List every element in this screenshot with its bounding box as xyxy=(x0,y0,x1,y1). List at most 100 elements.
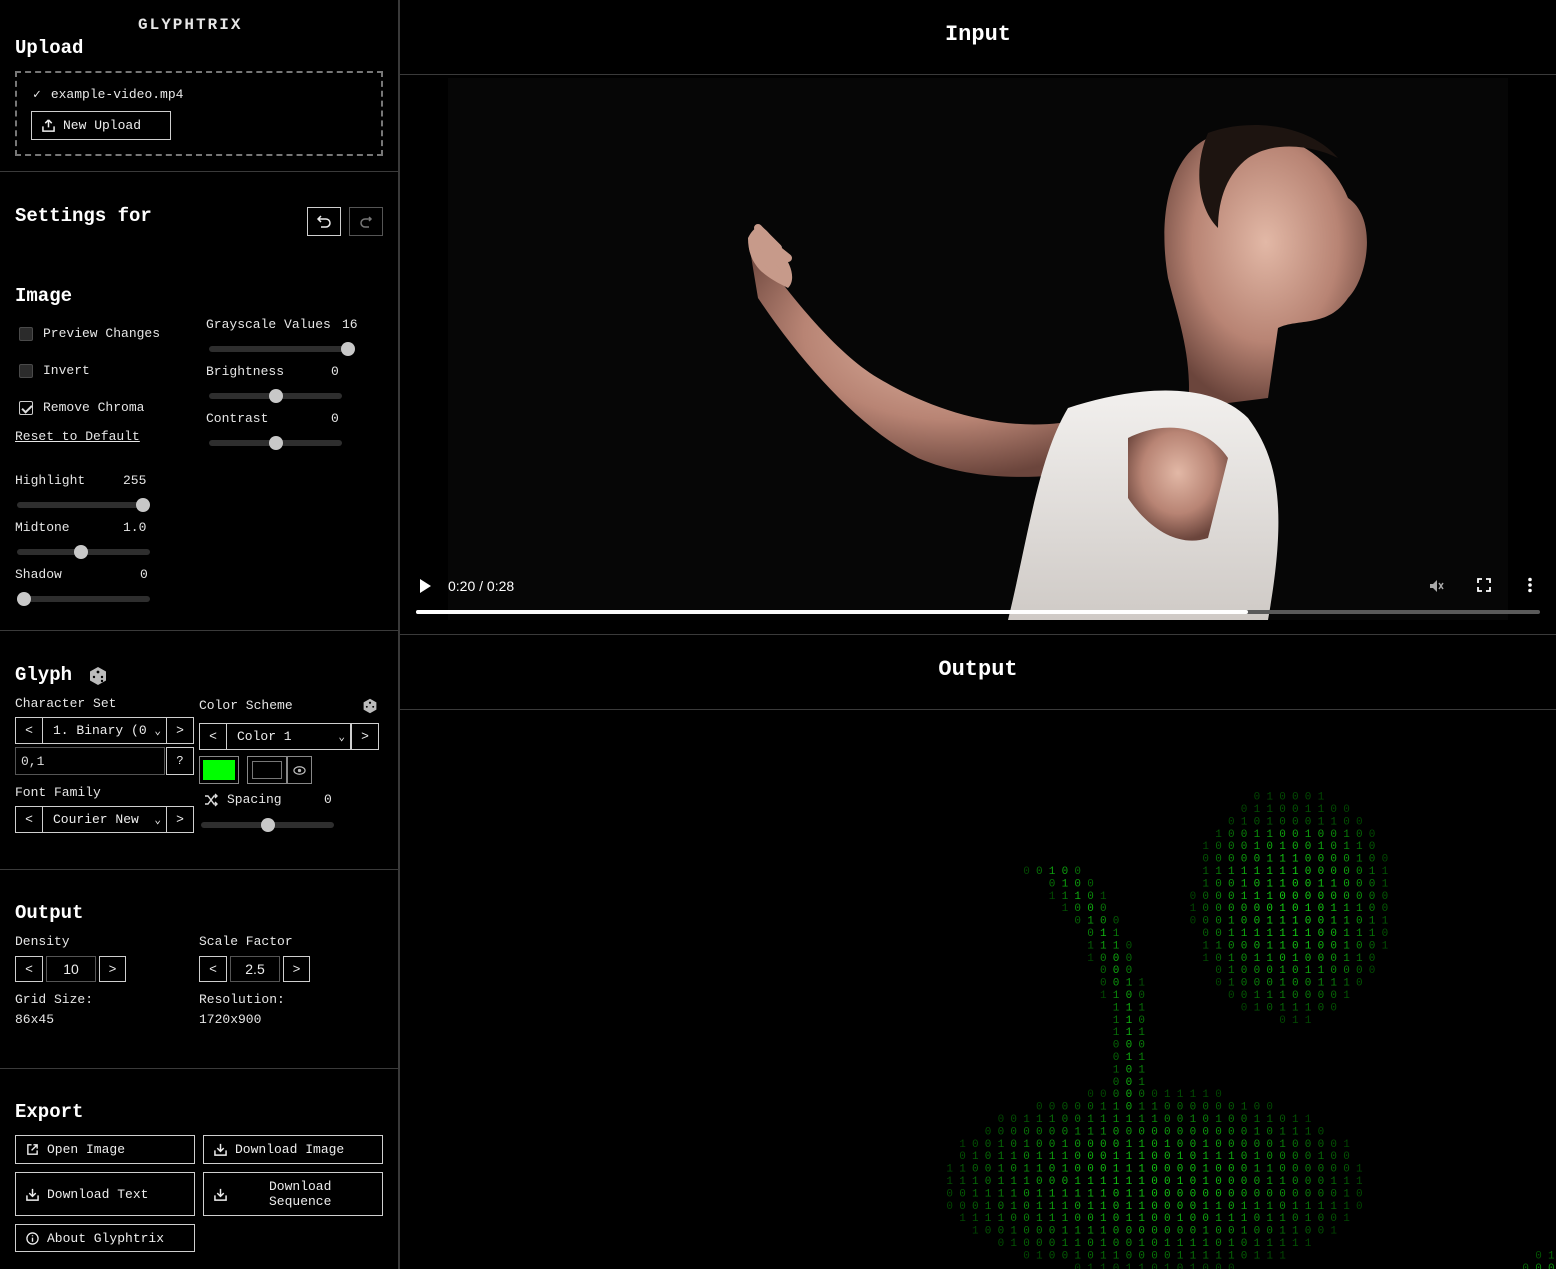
shadow-thumb[interactable] xyxy=(17,592,31,606)
density-input[interactable]: 10 xyxy=(46,956,96,982)
ascii-glyph: 0 xyxy=(1049,1238,1056,1250)
color-prev-button[interactable]: < xyxy=(199,723,227,750)
ascii-glyph: 0 xyxy=(1126,1126,1133,1138)
input-video[interactable] xyxy=(448,78,1508,620)
about-button[interactable]: About Glyphtrix xyxy=(15,1224,195,1252)
mute-icon[interactable] xyxy=(1428,578,1444,594)
dice-icon[interactable] xyxy=(362,698,378,714)
ascii-glyph: 0 xyxy=(985,1151,992,1163)
upload-dropzone[interactable]: ✓ example-video.mp4 New Upload xyxy=(15,71,383,156)
more-options-icon[interactable] xyxy=(1527,577,1533,593)
brightness-thumb[interactable] xyxy=(268,389,283,403)
ascii-glyph: 0 xyxy=(1164,1151,1171,1163)
open-image-button[interactable]: Open Image xyxy=(15,1135,195,1164)
ascii-glyph: 0 xyxy=(1113,1263,1120,1269)
redo-button[interactable] xyxy=(349,207,383,236)
ascii-glyph: 0 xyxy=(1292,792,1299,804)
contrast-slider[interactable] xyxy=(209,436,342,450)
ascii-glyph: 1 xyxy=(1113,1102,1120,1114)
ascii-glyph: 0 xyxy=(1318,1176,1325,1188)
download-text-button[interactable]: Download Text xyxy=(15,1172,195,1216)
charset-prev-button[interactable]: < xyxy=(15,717,43,744)
highlight-thumb[interactable] xyxy=(136,498,150,512)
ascii-glyph: 1 xyxy=(1202,1238,1209,1250)
ascii-glyph: 0 xyxy=(1305,891,1312,903)
ascii-glyph: 0 xyxy=(1036,1226,1043,1238)
highlight-slider[interactable] xyxy=(17,498,150,512)
ascii-glyph: 0 xyxy=(1023,1201,1030,1213)
undo-button[interactable] xyxy=(307,207,341,236)
font-prev-button[interactable]: < xyxy=(15,806,43,833)
ascii-glyph: 0 xyxy=(1241,916,1248,928)
invert-checkbox[interactable] xyxy=(19,364,33,378)
grayscale-slider[interactable] xyxy=(209,342,355,356)
ascii-glyph: 1 xyxy=(1305,1114,1312,1126)
ascii-glyph: 0 xyxy=(1138,990,1145,1002)
ascii-glyph: 0 xyxy=(972,1139,979,1151)
ascii-glyph: 0 xyxy=(1100,953,1107,965)
charset-select[interactable]: 1. Binary (0 ⌄ xyxy=(42,717,167,744)
ascii-glyph: 0 xyxy=(1164,1176,1171,1188)
ascii-glyph: 1 xyxy=(1087,940,1094,952)
video-progress-bar[interactable] xyxy=(416,610,1540,614)
ascii-glyph: 0 xyxy=(1177,1126,1184,1138)
color-scheme-select[interactable]: Color 1 ⌄ xyxy=(226,723,351,750)
fullscreen-icon[interactable] xyxy=(1477,578,1491,592)
new-upload-label: New Upload xyxy=(63,118,142,133)
ascii-glyph: 1 xyxy=(998,1176,1005,1188)
shuffle-icon[interactable] xyxy=(204,793,218,807)
ascii-glyph: 0 xyxy=(1036,1139,1043,1151)
midtone-thumb[interactable] xyxy=(74,545,89,559)
brightness-slider[interactable] xyxy=(209,389,342,403)
charset-help-button[interactable]: ? xyxy=(166,747,194,775)
ascii-glyph: 1 xyxy=(1228,916,1235,928)
ascii-glyph: 1 xyxy=(1087,1188,1094,1200)
ascii-glyph: 1 xyxy=(985,1201,992,1213)
font-next-button[interactable]: > xyxy=(166,806,194,833)
download-sequence-line1: Download xyxy=(269,1179,332,1194)
ascii-glyph: 1 xyxy=(1330,1176,1337,1188)
ascii-glyph: 1 xyxy=(1228,928,1235,940)
ascii-glyph: 1 xyxy=(1202,878,1209,890)
preview-changes-checkbox[interactable] xyxy=(19,327,33,341)
color-next-button[interactable]: > xyxy=(351,723,379,750)
new-upload-button[interactable]: New Upload xyxy=(31,111,171,140)
spacing-slider[interactable] xyxy=(201,818,334,832)
charset-next-button[interactable]: > xyxy=(166,717,194,744)
ascii-glyph: 1 xyxy=(1266,928,1273,940)
scale-decrement[interactable]: < xyxy=(199,956,227,982)
ascii-glyph: 0 xyxy=(1369,965,1376,977)
ascii-glyph: 0 xyxy=(1535,1250,1542,1262)
scale-increment[interactable]: > xyxy=(283,956,310,982)
shadow-slider[interactable] xyxy=(17,592,150,606)
ascii-glyph: 0 xyxy=(1292,829,1299,841)
dice-icon[interactable] xyxy=(88,666,108,686)
toggle-bg-button[interactable] xyxy=(287,756,312,784)
ascii-glyph: 0 xyxy=(1202,1213,1209,1225)
ascii-glyph: 0 xyxy=(1138,1250,1145,1262)
grayscale-thumb[interactable] xyxy=(341,342,355,356)
remove-chroma-checkbox[interactable] xyxy=(19,401,33,415)
scale-factor-input[interactable]: 2.5 xyxy=(230,956,280,982)
play-icon[interactable] xyxy=(418,578,432,594)
ascii-glyph: 0 xyxy=(1023,1238,1030,1250)
download-sequence-button[interactable]: Download Sequence xyxy=(203,1172,383,1216)
midtone-slider[interactable] xyxy=(17,545,150,559)
font-family-select[interactable]: Courier New ⌄ xyxy=(42,806,167,833)
charset-chars-input[interactable]: 0,1 xyxy=(15,747,165,775)
bg-color-swatch[interactable] xyxy=(247,756,287,784)
contrast-label: Contrast xyxy=(206,411,269,426)
download-image-button[interactable]: Download Image xyxy=(203,1135,383,1164)
grid-size-label: Grid Size: xyxy=(15,992,94,1007)
reset-default-link[interactable]: Reset to Default xyxy=(15,429,140,444)
ascii-glyph: 1 xyxy=(1292,1114,1299,1126)
external-link-icon xyxy=(27,1144,38,1155)
density-decrement[interactable]: < xyxy=(15,956,43,982)
ascii-glyph: 1 xyxy=(1279,1250,1286,1262)
fg-color-swatch[interactable] xyxy=(199,756,239,784)
density-increment[interactable]: > xyxy=(99,956,126,982)
contrast-thumb[interactable] xyxy=(268,436,283,450)
spacing-thumb[interactable] xyxy=(260,818,275,832)
ascii-glyph: 0 xyxy=(1215,854,1222,866)
ascii-glyph: 0 xyxy=(1190,1151,1197,1163)
